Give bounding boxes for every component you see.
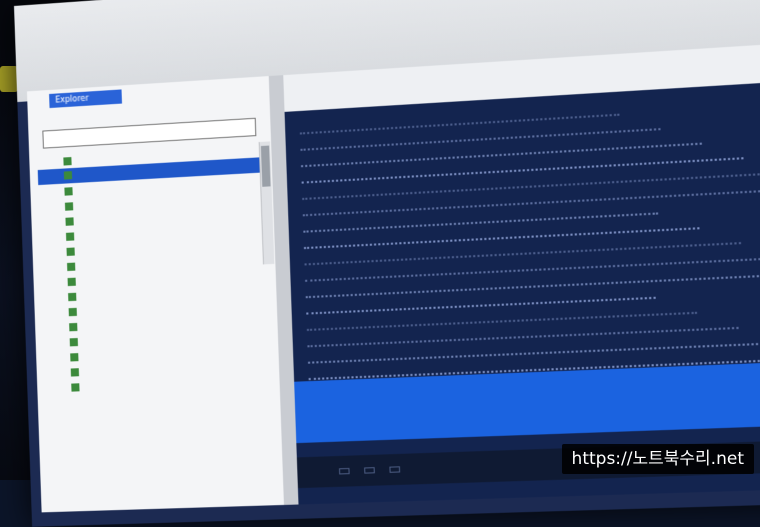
code-text-area <box>299 90 760 400</box>
file-icon <box>66 232 74 240</box>
tab-explorer[interactable]: Explorer <box>49 89 122 108</box>
file-icon <box>69 322 77 330</box>
output-panel <box>283 39 760 504</box>
file-icon <box>63 157 71 166</box>
file-icon <box>66 247 74 255</box>
file-list <box>37 141 278 395</box>
file-icon <box>68 292 76 300</box>
watermark-text: https://노트북수리.net <box>562 444 754 474</box>
file-icon <box>65 217 73 225</box>
taskbar-item[interactable] <box>389 466 400 473</box>
scrollbar-thumb[interactable] <box>261 146 271 187</box>
file-icon <box>70 353 78 361</box>
file-icon <box>71 383 79 391</box>
taskbar-item[interactable] <box>339 468 350 475</box>
file-icon <box>64 187 72 195</box>
file-icon <box>68 277 76 285</box>
file-icon <box>70 338 78 346</box>
file-explorer-panel: Explorer <box>27 76 285 512</box>
file-icon <box>67 262 75 270</box>
file-icon <box>64 171 72 179</box>
file-icon <box>71 368 79 376</box>
file-icon <box>69 307 77 315</box>
taskbar-item[interactable] <box>364 467 375 474</box>
file-icon <box>65 202 73 210</box>
